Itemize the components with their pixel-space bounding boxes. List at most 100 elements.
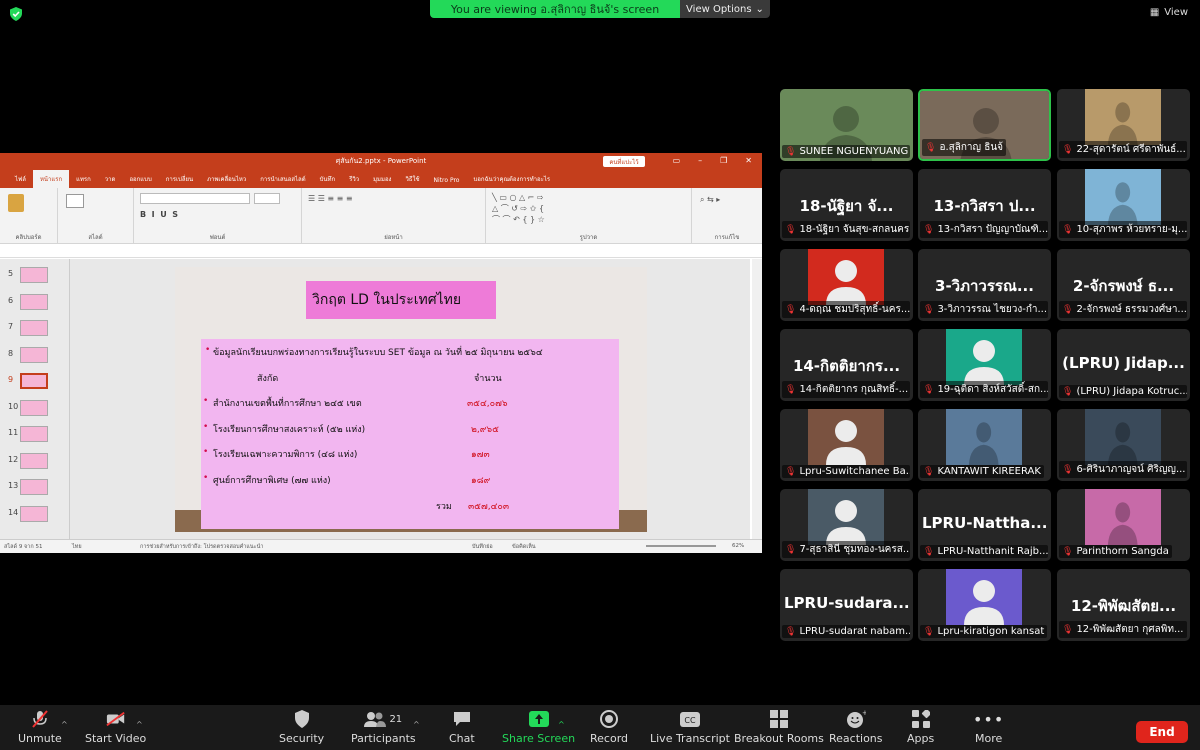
view-options-button[interactable]: View Options ⌄	[680, 0, 770, 18]
participant-tile[interactable]: 🎙︎ อ.สุลิกาญ ธินจ้	[918, 89, 1051, 161]
slide-thumbnail[interactable]: 13	[6, 479, 66, 495]
close-icon[interactable]: ✕	[745, 156, 752, 165]
font-name-input[interactable]	[140, 193, 250, 204]
ribbon-tab[interactable]: บันทึก	[313, 174, 343, 188]
slide-thumbnail[interactable]: 7	[6, 320, 66, 336]
ribbon-tab[interactable]: ไฟล์	[8, 174, 33, 188]
share-options-caret-icon[interactable]: ^	[558, 720, 565, 729]
participant-tile[interactable]: 🎙︎ Lpru-Suwitchanee Ba...	[780, 409, 913, 481]
paste-icon[interactable]	[8, 194, 24, 212]
status-notes-button[interactable]: บันทึกย่อ	[472, 543, 493, 551]
ppt-share-button[interactable]: คนที่แปะไว้	[603, 156, 645, 167]
participant-name-label: 🎙︎ 2-จักรพงษ์ ธรรมวงศ์ษา...	[1059, 301, 1187, 318]
status-comments-button[interactable]: ข้อคิดเห็น	[512, 543, 536, 551]
row-label: โรงเรียนการศึกษาสงเคราะห์ (๕๒ แห่ง)	[213, 424, 366, 435]
ribbon-tab[interactable]: มุมมอง	[366, 174, 398, 188]
slide-thumbnail[interactable]: 6	[6, 293, 66, 310]
list-align-icons[interactable]: ☰ ☰ ≡ ≡ ≡	[308, 194, 353, 203]
unmute-button[interactable]: Unmute	[18, 705, 62, 750]
maximize-icon[interactable]: ❐	[720, 156, 727, 165]
slide-thumbnail[interactable]: 12	[6, 452, 66, 469]
participant-tile[interactable]: 🎙︎ 10-สุภาพร ห้วยทราย-มุ...	[1057, 169, 1190, 241]
participant-tile[interactable]: 14-กิตติยากร... 🎙︎ 14-กิตติยากร กุณสิทธิ์-…	[780, 329, 913, 401]
audio-options-caret-icon[interactable]: ^	[61, 720, 68, 729]
ribbon-tab[interactable]: Nitro Pro	[427, 177, 467, 188]
ribbon-tab[interactable]: รีวิว	[342, 174, 366, 188]
participant-tile[interactable]: 🎙︎ 19-ฉุติดา สิงห์สวัสดิ์-สก...	[918, 329, 1051, 401]
participants-caret-icon[interactable]: ^	[413, 720, 420, 729]
video-options-caret-icon[interactable]: ^	[136, 720, 143, 729]
slide-thumbnail-image	[20, 426, 48, 442]
participant-tile[interactable]: 🎙︎ KANTAWIT KIREERAK	[918, 409, 1051, 481]
ribbon-tab[interactable]: การนำเสนอสไลด์	[253, 174, 312, 188]
participant-tile[interactable]: LPRU-Nattha... 🎙︎ LPRU-Natthanit Rajb...	[918, 489, 1051, 561]
participant-tile[interactable]: 3-วิภาวรรณ... 🎙︎ 3-วิภาวรรณ ไชยวง-กำ...	[918, 249, 1051, 321]
participant-tile[interactable]: 13-กวิสรา ป... 🎙︎ 13-กวิสรา ปัญญาบัณฑิ...	[918, 169, 1051, 241]
bold-italic-underline-icons[interactable]: B I U S	[140, 210, 178, 219]
security-button[interactable]: Security	[279, 705, 324, 750]
apps-label: Apps	[907, 732, 935, 745]
apps-button[interactable]: Apps	[907, 705, 934, 750]
new-slide-icon[interactable]	[66, 194, 84, 208]
ribbon-tab[interactable]: หน้าแรก	[32, 170, 70, 188]
microphone-muted-icon: 🎙︎	[923, 304, 935, 315]
chevron-down-icon: ⌄	[755, 3, 764, 15]
view-button[interactable]: ▦ View	[1150, 7, 1188, 18]
microphone-muted-icon: 🎙︎	[785, 304, 797, 315]
ribbon-tab[interactable]: การเปลี่ยน	[159, 174, 200, 188]
participant-tile[interactable]: LPRU-sudara... 🎙︎ LPRU-sudarat nabam...	[780, 569, 913, 641]
participant-tile[interactable]: 🎙︎ SUNEE NGUENYUANG	[780, 89, 913, 161]
slide-thumbnail[interactable]: 11	[6, 426, 66, 442]
participant-tile[interactable]: 🎙︎ Parinthorn Sangda	[1057, 489, 1190, 561]
ribbon-tab[interactable]: วาด	[98, 174, 123, 188]
participant-name-label: 🎙︎ Lpru-kiratigon kansat	[920, 625, 1048, 638]
status-accessibility[interactable]: การช่วยสำหรับการเข้าถึง: โปรดตรวจสอบคำแน…	[140, 543, 263, 551]
ribbon-tab[interactable]: ภาพเคลื่อนไหว	[200, 174, 253, 188]
font-size-input[interactable]	[254, 193, 280, 204]
live-transcript-button[interactable]: CC Live Transcript	[650, 705, 730, 750]
zoom-level[interactable]: 62%	[732, 543, 744, 549]
breakout-rooms-button[interactable]: Breakout Rooms	[734, 705, 824, 750]
share-screen-icon	[528, 710, 549, 728]
slide-thumbnail[interactable]: 14	[6, 505, 66, 522]
slide-vertical-scrollbar[interactable]	[752, 259, 762, 539]
participant-video	[1085, 489, 1161, 545]
record-icon	[599, 710, 619, 728]
slide-content-box: • ข้อมูลนักเรียนบกพร่องทางการเรียนรู้ในระ…	[201, 339, 619, 529]
zoom-slider[interactable]	[646, 545, 716, 547]
find-replace-icons[interactable]: ⌕ ⇆ ▸	[700, 194, 720, 205]
meeting-toolbar: Unmute ^ Start Video ^ Security 21 Partic…	[0, 705, 1200, 750]
quick-access-toolbar	[0, 244, 762, 258]
slide-thumbnail[interactable]: 9	[6, 373, 66, 389]
ribbon-tab[interactable]: ออกแบบ	[122, 174, 158, 188]
participant-tile[interactable]: 2-จักรพงษ์ ธ... 🎙︎ 2-จักรพงษ์ ธรรมวงศ์ษา..…	[1057, 249, 1190, 321]
end-meeting-button[interactable]: End	[1136, 721, 1188, 743]
chat-button[interactable]: Chat	[449, 705, 475, 750]
participant-tile[interactable]: 🎙︎ 4-ดฤณ ชมปริสุทธิ์-นคร...	[780, 249, 913, 321]
ribbon-tab[interactable]: แทรก	[69, 174, 98, 188]
reactions-button[interactable]: + Reactions	[829, 705, 883, 750]
participant-tile[interactable]: (LPRU) Jidap... 🎙︎ (LPRU) Jidapa Kotruc...	[1057, 329, 1190, 401]
participant-tile[interactable]: 🎙︎ 6-ศิรินาภาญจน์ ศิริญญ...	[1057, 409, 1190, 481]
participants-button[interactable]: 21 Participants	[351, 705, 416, 750]
microphone-muted-icon: 🎙︎	[925, 142, 937, 153]
slide-thumbnail[interactable]: 10	[6, 399, 66, 416]
ribbon-tab[interactable]: วิธีใช้	[398, 174, 426, 188]
minimize-icon[interactable]: –	[698, 156, 702, 165]
participant-tile[interactable]: 🎙︎ 22-สุดารัตน์ ศรีดาพันธ์...	[1057, 89, 1190, 161]
slide-thumbnail-image	[20, 399, 48, 416]
participant-name: อ.สุลิกาญ ธินจ้	[939, 142, 1004, 153]
microphone-muted-icon: 🎙︎	[1062, 464, 1074, 475]
participant-tile[interactable]: 12-พิพัฒสัตย... 🎙︎ 12-พิพัฒสัตยา กุศลพิท..…	[1057, 569, 1190, 641]
ribbon-tab[interactable]: บอกฉันว่าคุณต้องการทำอะไร	[466, 174, 557, 188]
participant-tile[interactable]: 🎙︎ Lpru-kiratigon kansat	[918, 569, 1051, 641]
slide-thumbnail[interactable]: 5	[6, 267, 66, 283]
slide-thumbnail[interactable]: 8	[6, 346, 66, 363]
shapes-gallery-icon[interactable]: ╲ ▭ ○ △ ⌐ ⇨ △ ⌒ ↺ ⇨ ✩ {⌒ ⌒ ↶ { } ☆	[492, 192, 582, 225]
slide-thumbnail-image	[20, 346, 48, 363]
more-button[interactable]: ••• More	[973, 705, 1003, 750]
participant-tile[interactable]: 🎙︎ 7-สุธาสินี ชุมทอง-นครส...	[780, 489, 913, 561]
record-button[interactable]: Record	[590, 705, 628, 750]
participant-tile[interactable]: 18-นัฐิยา จั... 🎙︎ 18-นัฐิยา จันสุข-สกลนคร	[780, 169, 913, 241]
ribbon-display-icon[interactable]: ▭	[673, 156, 681, 165]
